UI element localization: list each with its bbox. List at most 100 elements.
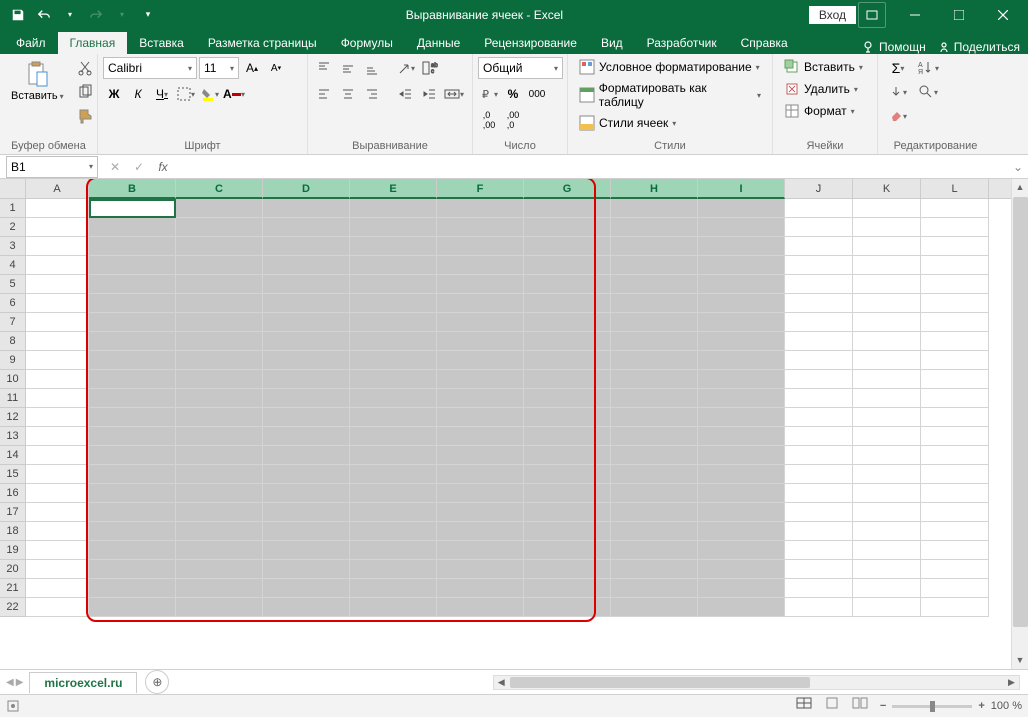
cell-C10[interactable] <box>176 370 263 389</box>
cell-E5[interactable] <box>350 275 437 294</box>
cell-J4[interactable] <box>785 256 853 275</box>
cell-J6[interactable] <box>785 294 853 313</box>
cell-A11[interactable] <box>26 389 89 408</box>
cell-B7[interactable] <box>89 313 176 332</box>
cell-B13[interactable] <box>89 427 176 446</box>
cell-L8[interactable] <box>921 332 989 351</box>
cell-B22[interactable] <box>89 598 176 617</box>
cell-J11[interactable] <box>785 389 853 408</box>
cell-A10[interactable] <box>26 370 89 389</box>
cell-J20[interactable] <box>785 560 853 579</box>
bold-icon[interactable]: Ж <box>103 83 125 105</box>
cell-A13[interactable] <box>26 427 89 446</box>
tell-me-button[interactable]: Помощн <box>861 40 926 54</box>
cell-L7[interactable] <box>921 313 989 332</box>
col-header-G[interactable]: G <box>524 179 611 199</box>
cell-B6[interactable] <box>89 294 176 313</box>
cell-B4[interactable] <box>89 256 176 275</box>
redo-icon[interactable] <box>84 3 108 27</box>
cell-B11[interactable] <box>89 389 176 408</box>
cell-F20[interactable] <box>437 560 524 579</box>
scroll-thumb-horizontal[interactable] <box>510 677 810 688</box>
cell-B3[interactable] <box>89 237 176 256</box>
cell-L1[interactable] <box>921 199 989 218</box>
cell-L14[interactable] <box>921 446 989 465</box>
percent-icon[interactable]: % <box>502 83 524 105</box>
cell-J5[interactable] <box>785 275 853 294</box>
cell-D8[interactable] <box>263 332 350 351</box>
cell-H10[interactable] <box>611 370 698 389</box>
sign-in-button[interactable]: Вход <box>809 6 856 24</box>
cell-A4[interactable] <box>26 256 89 275</box>
cell-B12[interactable] <box>89 408 176 427</box>
cell-J7[interactable] <box>785 313 853 332</box>
page-layout-view-icon[interactable] <box>824 697 846 715</box>
cell-L20[interactable] <box>921 560 989 579</box>
cell-K7[interactable] <box>853 313 921 332</box>
cell-B18[interactable] <box>89 522 176 541</box>
cell-A19[interactable] <box>26 541 89 560</box>
cell-D2[interactable] <box>263 218 350 237</box>
cell-F10[interactable] <box>437 370 524 389</box>
col-header-F[interactable]: F <box>437 179 524 199</box>
cell-F3[interactable] <box>437 237 524 256</box>
cell-E14[interactable] <box>350 446 437 465</box>
cell-H6[interactable] <box>611 294 698 313</box>
cell-I20[interactable] <box>698 560 785 579</box>
cell-A20[interactable] <box>26 560 89 579</box>
cell-K18[interactable] <box>853 522 921 541</box>
horizontal-scrollbar[interactable]: ◀ ▶ <box>493 675 1020 690</box>
cell-J21[interactable] <box>785 579 853 598</box>
cell-B19[interactable] <box>89 541 176 560</box>
scroll-down-icon[interactable]: ▼ <box>1012 652 1028 669</box>
cell-E17[interactable] <box>350 503 437 522</box>
cell-B14[interactable] <box>89 446 176 465</box>
scroll-thumb-vertical[interactable] <box>1013 197 1028 627</box>
cell-B1[interactable] <box>89 199 176 218</box>
cell-A22[interactable] <box>26 598 89 617</box>
cell-L5[interactable] <box>921 275 989 294</box>
cell-E8[interactable] <box>350 332 437 351</box>
cell-L11[interactable] <box>921 389 989 408</box>
select-all-button[interactable] <box>0 179 26 199</box>
cell-F17[interactable] <box>437 503 524 522</box>
cell-A5[interactable] <box>26 275 89 294</box>
cell-G1[interactable] <box>524 199 611 218</box>
cell-D5[interactable] <box>263 275 350 294</box>
normal-view-icon[interactable] <box>796 697 818 715</box>
cell-D6[interactable] <box>263 294 350 313</box>
col-header-D[interactable]: D <box>263 179 350 199</box>
row-header-10[interactable]: 10 <box>0 370 25 389</box>
cell-G9[interactable] <box>524 351 611 370</box>
cell-D4[interactable] <box>263 256 350 275</box>
cell-L12[interactable] <box>921 408 989 427</box>
cell-A9[interactable] <box>26 351 89 370</box>
undo-icon[interactable] <box>32 3 56 27</box>
cell-I4[interactable] <box>698 256 785 275</box>
cell-I21[interactable] <box>698 579 785 598</box>
close-button[interactable] <box>982 2 1024 28</box>
col-header-E[interactable]: E <box>350 179 437 199</box>
insert-cells-button[interactable]: Вставить▾ <box>778 57 869 77</box>
row-header-11[interactable]: 11 <box>0 389 25 408</box>
fill-color-icon[interactable]: ▾ <box>199 83 221 105</box>
cell-K19[interactable] <box>853 541 921 560</box>
cell-C22[interactable] <box>176 598 263 617</box>
cell-K5[interactable] <box>853 275 921 294</box>
cell-F12[interactable] <box>437 408 524 427</box>
cell-A14[interactable] <box>26 446 89 465</box>
cell-L6[interactable] <box>921 294 989 313</box>
align-top-icon[interactable] <box>313 57 335 79</box>
cell-I2[interactable] <box>698 218 785 237</box>
name-box[interactable]: B1▾ <box>6 156 98 178</box>
cell-G11[interactable] <box>524 389 611 408</box>
cell-J10[interactable] <box>785 370 853 389</box>
cell-E9[interactable] <box>350 351 437 370</box>
cell-H2[interactable] <box>611 218 698 237</box>
cell-B15[interactable] <box>89 465 176 484</box>
enter-formula-icon[interactable]: ✓ <box>128 160 150 174</box>
cell-L19[interactable] <box>921 541 989 560</box>
cancel-formula-icon[interactable]: ✕ <box>104 160 126 174</box>
row-header-15[interactable]: 15 <box>0 465 25 484</box>
cell-L4[interactable] <box>921 256 989 275</box>
